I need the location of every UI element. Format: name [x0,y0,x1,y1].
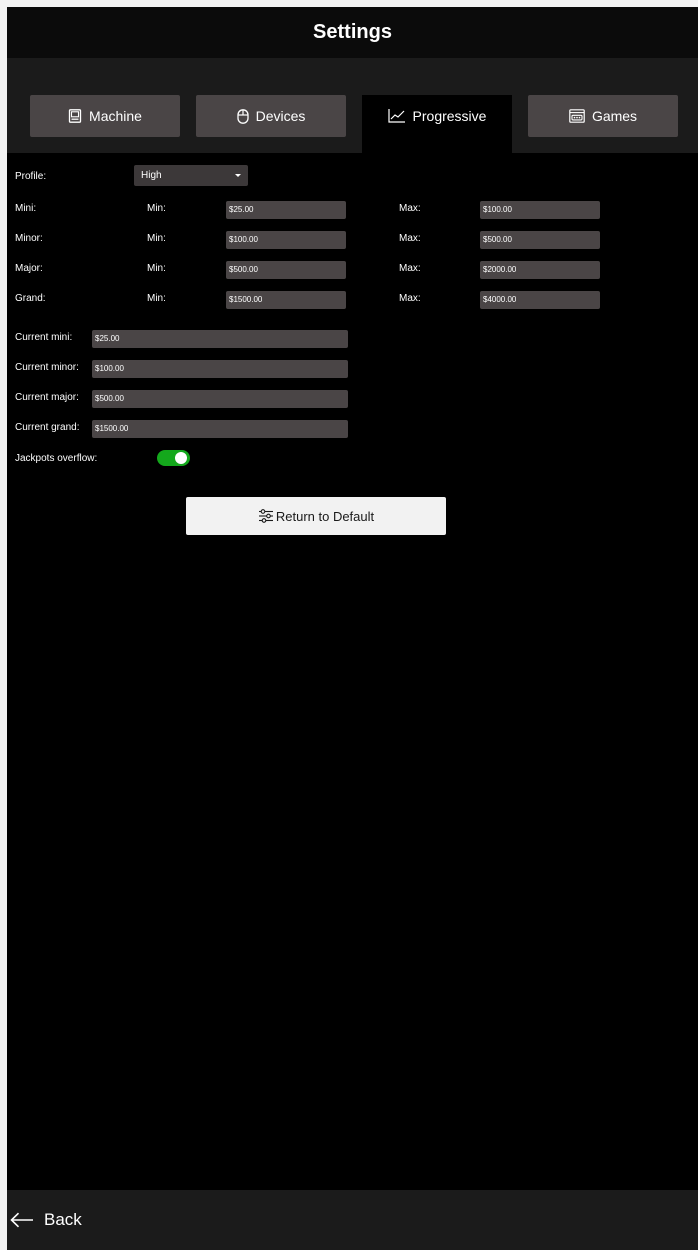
return-to-default-label: Return to Default [275,508,375,524]
level-label-major: Major: [15,263,43,274]
minor-max-input[interactable]: $500.00 [480,231,600,249]
tab-label: Machine [89,108,142,124]
grand-max-input[interactable]: $4000.00 [480,291,600,309]
jackpots-overflow-toggle[interactable] [157,450,190,466]
min-label: Min: [147,263,166,274]
footer-bar: Back [7,1190,698,1250]
machine-icon [68,109,82,123]
arrow-left-icon [10,1212,34,1228]
tab-bar: Machine Devices Progressive Games [7,58,698,153]
max-label: Max: [399,233,421,244]
current-major-label: Current major: [15,392,79,403]
settings-window: Settings Machine Devices Progressive Gam… [7,7,698,1250]
back-button[interactable]: Back [10,1208,82,1232]
tab-devices[interactable]: Devices [196,95,346,137]
tab-label: Devices [255,108,306,124]
level-label-minor: Minor: [15,233,43,244]
chart-line-icon [387,108,406,123]
profile-select[interactable]: High [134,165,248,186]
current-grand-input[interactable]: $1500.00 [92,420,348,438]
grand-min-input[interactable]: $1500.00 [226,291,346,309]
level-label-mini: Mini: [15,203,37,214]
current-mini-input[interactable]: $25.00 [92,330,348,348]
max-label: Max: [399,293,421,304]
current-mini-label: Current mini: [15,332,73,343]
major-min-input[interactable]: $500.00 [226,261,346,279]
mouse-icon [236,108,249,124]
tab-label: Progressive [412,108,487,124]
major-max-input[interactable]: $2000.00 [480,261,600,279]
tab-label: Games [591,108,638,124]
level-label-grand: Grand: [15,293,46,304]
chevron-down-icon [235,174,241,177]
current-major-input[interactable]: $500.00 [92,390,348,408]
min-label: Min: [147,233,166,244]
mini-max-input[interactable]: $100.00 [480,201,600,219]
max-label: Max: [399,203,421,214]
min-label: Min: [147,293,166,304]
max-label: Max: [399,263,421,274]
current-grand-label: Current grand: [15,422,80,433]
profile-label: Profile: [15,171,47,182]
title-bar: Settings [7,7,698,58]
toggle-knob [175,452,187,464]
profile-value: High [141,170,162,181]
tab-games[interactable]: Games [528,95,678,137]
jackpots-overflow-label: Jackpots overflow: [15,453,98,464]
page-title: Settings [313,21,392,43]
games-icon [569,109,585,123]
mini-min-input[interactable]: $25.00 [226,201,346,219]
tab-machine[interactable]: Machine [30,95,180,137]
min-label: Min: [147,203,166,214]
minor-min-input[interactable]: $100.00 [226,231,346,249]
current-minor-input[interactable]: $100.00 [92,360,348,378]
sliders-icon [258,509,274,523]
tab-progressive[interactable]: Progressive [362,95,512,153]
back-label: Back [44,1210,82,1229]
return-to-default-button[interactable]: Return to Default [186,497,446,535]
current-minor-label: Current minor: [15,362,79,373]
